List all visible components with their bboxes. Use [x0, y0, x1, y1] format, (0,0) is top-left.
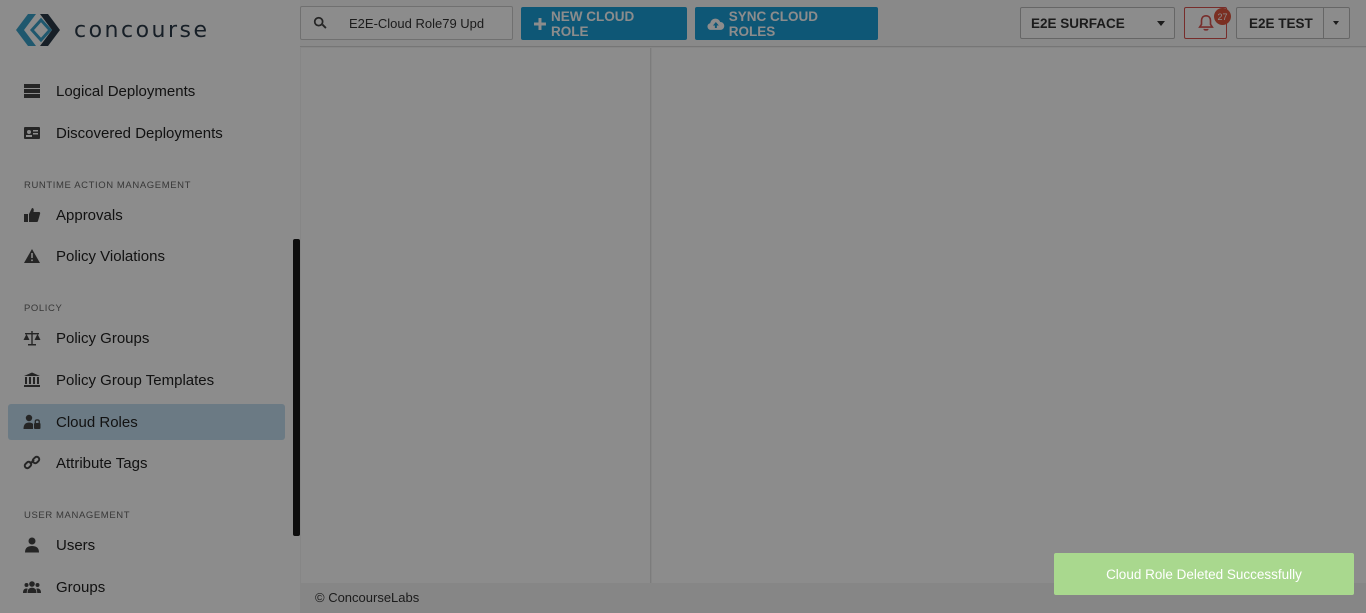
cloud-sync-icon: [707, 18, 725, 30]
sidebar-scrollbar[interactable]: [293, 239, 300, 536]
user-menu-divider: [1323, 8, 1324, 38]
bell-icon: [1197, 14, 1214, 31]
chevron-down-icon: [1157, 20, 1165, 26]
sidebar-item-label: Logical Deployments: [56, 82, 196, 100]
sidebar-item-policy-groups[interactable]: Policy Groups: [8, 320, 285, 356]
sidebar-item-label: Policy Groups: [56, 329, 150, 347]
detail-pane: [652, 48, 1366, 583]
server-stack-icon: [22, 82, 42, 100]
sidebar-item-label: Users: [56, 536, 96, 554]
toast-message: Cloud Role Deleted Successfully: [1106, 566, 1302, 582]
sidebar-item-policy-violations[interactable]: Policy Violations: [8, 238, 285, 274]
sidebar-item-policy-group-templates[interactable]: Policy Group Templates: [8, 362, 285, 398]
success-toast[interactable]: Cloud Role Deleted Successfully: [1054, 553, 1354, 595]
sidebar-item-users[interactable]: Users: [8, 527, 285, 563]
sidebar-item-cloud-roles[interactable]: Cloud Roles: [8, 404, 285, 440]
sidebar-item-label: Groups: [56, 578, 106, 596]
search-box[interactable]: [300, 6, 513, 40]
user-menu[interactable]: E2E TEST: [1236, 7, 1350, 39]
sidebar-item-label: Approvals: [56, 206, 123, 224]
list-pane: [301, 48, 651, 583]
users-icon: [22, 578, 42, 596]
user-menu-label: E2E TEST: [1249, 15, 1313, 31]
sidebar-item-discovered-deployments[interactable]: Discovered Deployments: [8, 115, 285, 151]
sidebar-item-approvals[interactable]: Approvals: [8, 197, 285, 233]
section-label-user-management: USER MANAGEMENT: [24, 510, 131, 521]
footer-copyright: © ConcourseLabs: [315, 590, 420, 605]
concourse-logo[interactable]: concourse: [14, 12, 210, 48]
sidebar-item-label: Attribute Tags: [56, 454, 148, 472]
balance-scale-icon: [22, 329, 42, 347]
sidebar-item-attribute-tags[interactable]: Attribute Tags: [8, 445, 285, 481]
surface-select-value: E2E SURFACE: [1031, 15, 1125, 31]
surface-select[interactable]: E2E SURFACE: [1020, 7, 1175, 39]
new-cloud-role-label: NEW CLOUD ROLE: [550, 8, 635, 39]
user-lock-icon: [22, 413, 42, 431]
chevron-down-icon[interactable]: [1333, 21, 1339, 25]
sync-cloud-roles-label: SYNC CLOUD ROLES: [728, 8, 818, 39]
section-label-policy: POLICY: [24, 303, 63, 314]
id-card-icon: [22, 124, 42, 142]
user-icon: [22, 536, 42, 554]
plus-icon: [533, 17, 546, 30]
sidebar-item-groups[interactable]: Groups: [8, 569, 285, 605]
notification-count-badge: 27: [1214, 8, 1231, 25]
sidebar-item-label: Policy Violations: [56, 247, 165, 265]
sidebar-item-label: Discovered Deployments: [56, 124, 223, 142]
section-label-runtime: RUNTIME ACTION MANAGEMENT: [24, 180, 192, 191]
sidebar-item-label: Policy Group Templates: [56, 371, 215, 389]
sync-cloud-roles-button[interactable]: SYNC CLOUD ROLES: [695, 7, 878, 40]
sidebar-item-logical-deployments[interactable]: Logical Deployments: [8, 73, 285, 109]
sidebar: concourse Logical Deployments Discovered…: [0, 0, 300, 613]
link-icon: [22, 454, 42, 472]
topbar: NEW CLOUD ROLE SYNC CLOUD ROLES E2E SURF…: [300, 0, 1366, 47]
logo-text: concourse: [74, 17, 210, 43]
search-icon: [313, 16, 327, 29]
thumbs-up-icon: [22, 206, 42, 224]
concourse-logo-icon: [16, 14, 60, 46]
warning-icon: [22, 247, 42, 265]
institution-icon: [22, 371, 42, 389]
search-input[interactable]: [349, 15, 489, 31]
new-cloud-role-button[interactable]: NEW CLOUD ROLE: [521, 7, 687, 40]
sidebar-item-label: Cloud Roles: [56, 413, 138, 431]
